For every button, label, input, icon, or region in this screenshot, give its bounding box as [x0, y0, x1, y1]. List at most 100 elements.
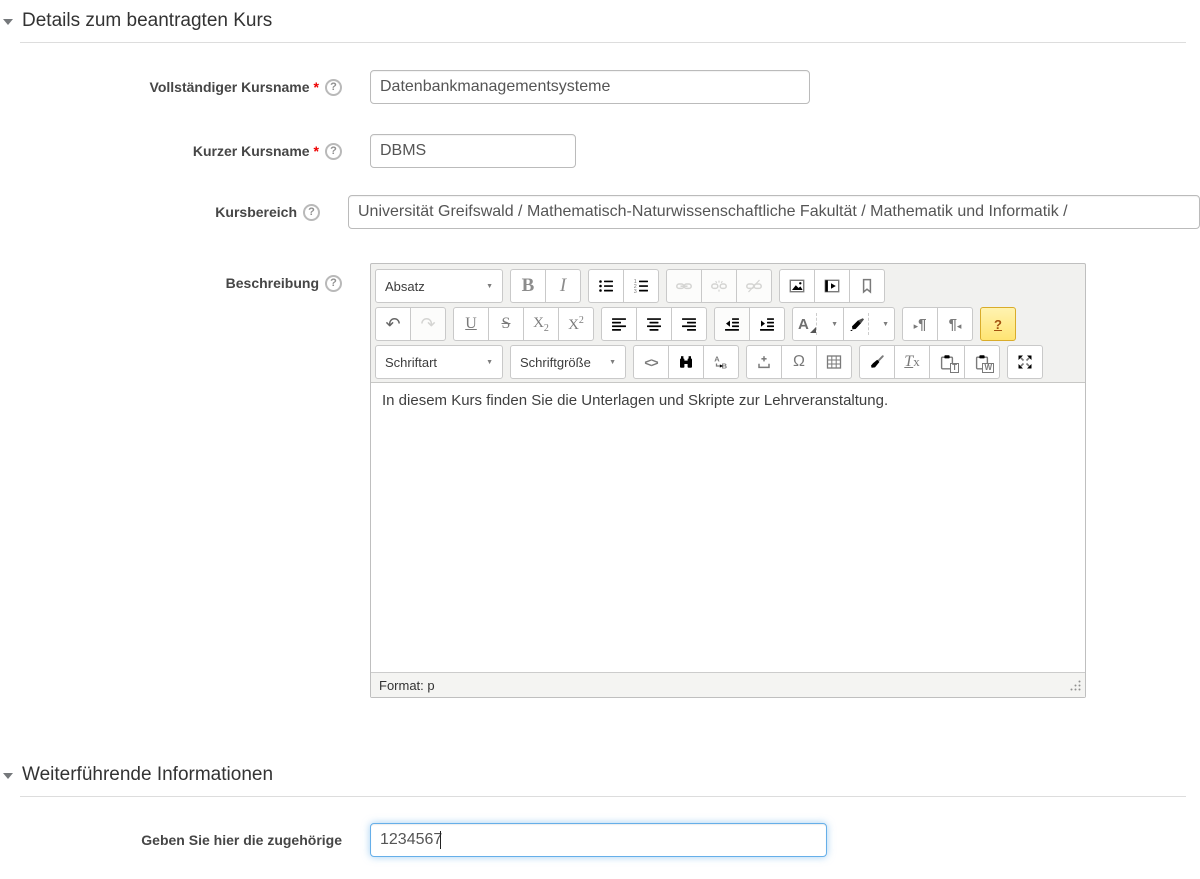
rich-text-editor: Absatz ▼ B I [370, 263, 1086, 698]
section-more-info: Weiterführende Informationen Geben Sie h… [0, 754, 1200, 857]
search-button[interactable] [668, 345, 704, 379]
binoculars-icon [678, 354, 694, 370]
shortname-input[interactable] [370, 134, 576, 168]
superscript-icon: X2 [568, 315, 584, 334]
editor-status-bar: Format: p [371, 672, 1085, 697]
font-size-select[interactable]: Schriftgröße ▼ [510, 345, 626, 379]
paragraph-format-value: Absatz [385, 279, 425, 294]
bullet-list-button[interactable] [588, 269, 624, 303]
help-icon[interactable]: ? [303, 204, 320, 221]
text-color-icon: A [798, 316, 813, 333]
nonbreaking-space-button[interactable] [746, 345, 782, 379]
course-request-form: Details zum beantragten Kurs Vollständig… [0, 0, 1200, 879]
editor-content-area[interactable]: In diesem Kurs finden Sie die Unterlagen… [371, 382, 1085, 672]
fullscreen-button[interactable] [1007, 345, 1043, 379]
highlighter-icon [849, 316, 865, 332]
cleanup-code-button[interactable] [859, 345, 895, 379]
align-center-button[interactable] [636, 307, 672, 341]
underline-icon: U [465, 315, 477, 333]
undo-button[interactable]: ↶ [375, 307, 411, 341]
table-icon [826, 354, 842, 370]
rtl-icon: ¶◂ [949, 316, 962, 333]
help-question-icon: ? [994, 317, 1002, 332]
paste-text-letter: T [950, 363, 959, 373]
idnumber-label: Geben Sie hier die zugehörige [141, 832, 342, 848]
autolink-toggle-button [736, 269, 772, 303]
section-details: Details zum beantragten Kurs Vollständig… [0, 0, 1200, 698]
background-color-button[interactable]: ▼ [843, 307, 895, 341]
redo-icon: ↷ [420, 314, 435, 335]
insert-link-button [666, 269, 702, 303]
find-replace-button[interactable] [703, 345, 739, 379]
image-icon [789, 278, 805, 294]
remove-format-icon: Tx [904, 353, 919, 371]
ltr-direction-button[interactable]: ▸¶ [902, 307, 938, 341]
toolbar-row-3: Schriftart ▼ Schriftgröße ▼ <> [375, 343, 1081, 381]
subscript-button[interactable]: X2 [523, 307, 559, 341]
remove-format-button[interactable]: Tx [894, 345, 930, 379]
accessibility-help-button[interactable]: ? [980, 307, 1016, 341]
help-icon[interactable]: ? [325, 275, 342, 292]
section-details-title: Details zum beantragten Kurs [22, 10, 272, 32]
form-row-fullname: Vollständiger Kursname* ? [0, 70, 1200, 104]
chevron-down-icon: ▼ [486, 359, 493, 366]
category-input[interactable] [348, 195, 1200, 229]
bold-button[interactable]: B [510, 269, 546, 303]
subscript-icon: X2 [533, 315, 549, 334]
form-row-shortname: Kurzer Kursname* ? [0, 134, 1200, 168]
font-family-select[interactable]: Schriftart ▼ [375, 345, 503, 379]
text-color-button[interactable]: A ▼ [792, 307, 844, 341]
superscript-button[interactable]: X2 [558, 307, 594, 341]
paragraph-format-select[interactable]: Absatz ▼ [375, 269, 503, 303]
toolbar-row-1: Absatz ▼ B I [375, 267, 1081, 305]
form-row-summary: Beschreibung ? Absatz ▼ B [0, 263, 1200, 698]
section-details-header[interactable]: Details zum beantragten Kurs [0, 0, 272, 32]
category-label: Kursbereich [215, 204, 297, 220]
nonbreaking-space-icon [756, 354, 772, 370]
shortname-label: Kurzer Kursname [193, 143, 310, 159]
help-icon[interactable]: ? [325, 79, 342, 96]
indent-button[interactable] [749, 307, 785, 341]
source-code-button[interactable]: <> [633, 345, 669, 379]
toolbar-row-2: ↶ ↷ U S X2 X2 [375, 305, 1081, 343]
unlink-icon [711, 278, 727, 294]
editor-path-label: Format: p [379, 678, 435, 693]
redo-button: ↷ [410, 307, 446, 341]
indent-icon [759, 316, 775, 332]
insert-table-button[interactable] [816, 345, 852, 379]
align-right-button[interactable] [671, 307, 707, 341]
numbered-list-icon [633, 278, 649, 294]
paste-from-word-button[interactable]: W [964, 345, 1000, 379]
summary-label: Beschreibung [226, 275, 319, 291]
italic-button[interactable]: I [545, 269, 581, 303]
fullname-input[interactable] [370, 70, 810, 104]
broom-icon [869, 354, 885, 370]
rtl-direction-button[interactable]: ¶◂ [937, 307, 973, 341]
italic-icon: I [560, 275, 566, 297]
section-more-title: Weiterführende Informationen [22, 764, 273, 786]
idnumber-input[interactable] [370, 823, 827, 857]
media-icon [824, 278, 840, 294]
special-character-button[interactable]: Ω [781, 345, 817, 379]
editor-text: In diesem Kurs finden Sie die Unterlagen… [382, 392, 888, 409]
align-center-icon [646, 316, 662, 332]
font-family-value: Schriftart [385, 355, 437, 370]
anchor-button[interactable] [849, 269, 885, 303]
align-left-button[interactable] [601, 307, 637, 341]
insert-image-button[interactable] [779, 269, 815, 303]
underline-button[interactable]: U [453, 307, 489, 341]
editor-resize-handle[interactable] [1069, 679, 1082, 692]
collapse-caret-icon [3, 19, 13, 25]
strikethrough-button[interactable]: S [488, 307, 524, 341]
help-icon[interactable]: ? [325, 143, 342, 160]
paste-word-letter: W [982, 363, 994, 373]
section-more-header[interactable]: Weiterführende Informationen [0, 754, 273, 786]
form-row-category: Kursbereich ? [0, 195, 1200, 229]
paste-as-text-button[interactable]: T [929, 345, 965, 379]
bookmark-icon [859, 278, 875, 294]
insert-media-button[interactable] [814, 269, 850, 303]
bullet-list-icon [598, 278, 614, 294]
numbered-list-button[interactable] [623, 269, 659, 303]
resize-grip-icon [1069, 679, 1082, 692]
replace-icon [713, 354, 729, 370]
